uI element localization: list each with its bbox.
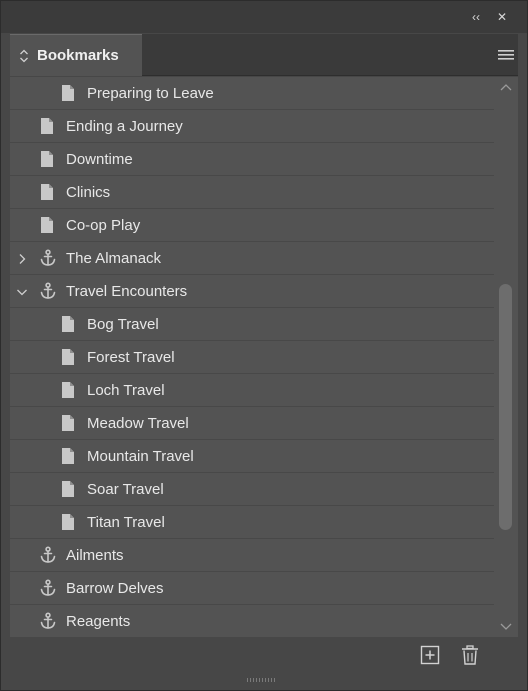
- page-icon: [60, 315, 76, 333]
- bookmark-row[interactable]: Ending a Journey: [10, 110, 494, 143]
- panel-tab-row: Bookmarks: [10, 34, 518, 76]
- page-icon: [60, 348, 76, 366]
- bookmark-label: Loch Travel: [87, 382, 165, 399]
- anchor-icon: [39, 546, 56, 564]
- bookmark-row[interactable]: Mountain Travel: [10, 440, 494, 473]
- page-icon: [39, 183, 55, 201]
- scrollbar[interactable]: [494, 77, 518, 637]
- panel-title: Bookmarks: [37, 47, 119, 64]
- tab-bookmarks[interactable]: Bookmarks: [10, 34, 142, 76]
- bookmark-label: Ending a Journey: [66, 118, 183, 135]
- bookmark-label: Soar Travel: [87, 481, 164, 498]
- panel-menu-icon[interactable]: [498, 48, 514, 62]
- anchor-icon: [39, 579, 56, 597]
- bookmark-label: Ailments: [66, 547, 124, 564]
- bookmark-row[interactable]: Reagents: [10, 605, 494, 637]
- page-icon: [60, 84, 76, 102]
- bookmark-label: Co-op Play: [66, 217, 141, 234]
- bookmark-row[interactable]: Barrow Delves: [10, 572, 494, 605]
- bookmark-row[interactable]: Ailments: [10, 539, 494, 572]
- bookmark-row[interactable]: Clinics: [10, 176, 494, 209]
- anchor-icon: [39, 612, 56, 630]
- anchor-icon: [39, 282, 56, 300]
- bookmark-row[interactable]: Soar Travel: [10, 473, 494, 506]
- bookmark-row[interactable]: The Almanack: [10, 242, 494, 275]
- bookmark-label: Bog Travel: [87, 316, 159, 333]
- page-icon: [39, 117, 55, 135]
- bookmark-row[interactable]: Downtime: [10, 143, 494, 176]
- collapse-panel-icon[interactable]: ‹‹: [469, 10, 483, 24]
- bookmark-row[interactable]: Co-op Play: [10, 209, 494, 242]
- chevron-down-icon[interactable]: [16, 285, 28, 297]
- page-icon: [60, 513, 76, 531]
- bookmark-row[interactable]: Meadow Travel: [10, 407, 494, 440]
- page-icon: [60, 414, 76, 432]
- bookmark-label: Clinics: [66, 184, 111, 201]
- bookmark-label: Forest Travel: [87, 349, 175, 366]
- scroll-down-icon[interactable]: [500, 623, 512, 631]
- scroll-up-icon[interactable]: [500, 83, 512, 91]
- bookmarks-panel: ‹‹ ✕ Bookmarks Preparing to Leave Ending …: [0, 0, 528, 691]
- page-icon: [39, 216, 55, 234]
- page-icon: [60, 381, 76, 399]
- bookmark-row[interactable]: Titan Travel: [10, 506, 494, 539]
- bookmark-label: Barrow Delves: [66, 580, 164, 597]
- bookmark-label: Preparing to Leave: [87, 85, 214, 102]
- collapse-arrows-icon[interactable]: [19, 49, 29, 63]
- bookmark-label: Titan Travel: [87, 514, 165, 531]
- trash-icon[interactable]: [460, 645, 480, 665]
- page-icon: [39, 150, 55, 168]
- panel-footer: [10, 637, 518, 675]
- bookmark-row[interactable]: Travel Encounters: [10, 275, 494, 308]
- page-icon: [60, 480, 76, 498]
- bookmark-label: The Almanack: [66, 250, 162, 267]
- bookmark-row[interactable]: Preparing to Leave: [10, 77, 494, 110]
- chevron-right-icon[interactable]: [16, 252, 28, 264]
- page-icon: [60, 447, 76, 465]
- bookmark-label: Reagents: [66, 613, 131, 630]
- bookmark-label: Downtime: [66, 151, 133, 168]
- bookmark-label: Meadow Travel: [87, 415, 189, 432]
- bookmark-row[interactable]: Bog Travel: [10, 308, 494, 341]
- resize-grip[interactable]: [247, 677, 277, 683]
- panel-title-bar: ‹‹ ✕: [1, 1, 527, 33]
- bookmark-label: Mountain Travel: [87, 448, 194, 465]
- bookmark-row[interactable]: Loch Travel: [10, 374, 494, 407]
- bookmark-label: Travel Encounters: [66, 283, 188, 300]
- new-bookmark-icon[interactable]: [420, 645, 440, 665]
- close-icon[interactable]: ✕: [495, 10, 509, 24]
- bookmark-list: Preparing to Leave Ending a Journey Downti…: [10, 77, 494, 637]
- anchor-icon: [39, 249, 56, 267]
- bookmark-row[interactable]: Forest Travel: [10, 341, 494, 374]
- scrollbar-thumb[interactable]: [499, 284, 512, 531]
